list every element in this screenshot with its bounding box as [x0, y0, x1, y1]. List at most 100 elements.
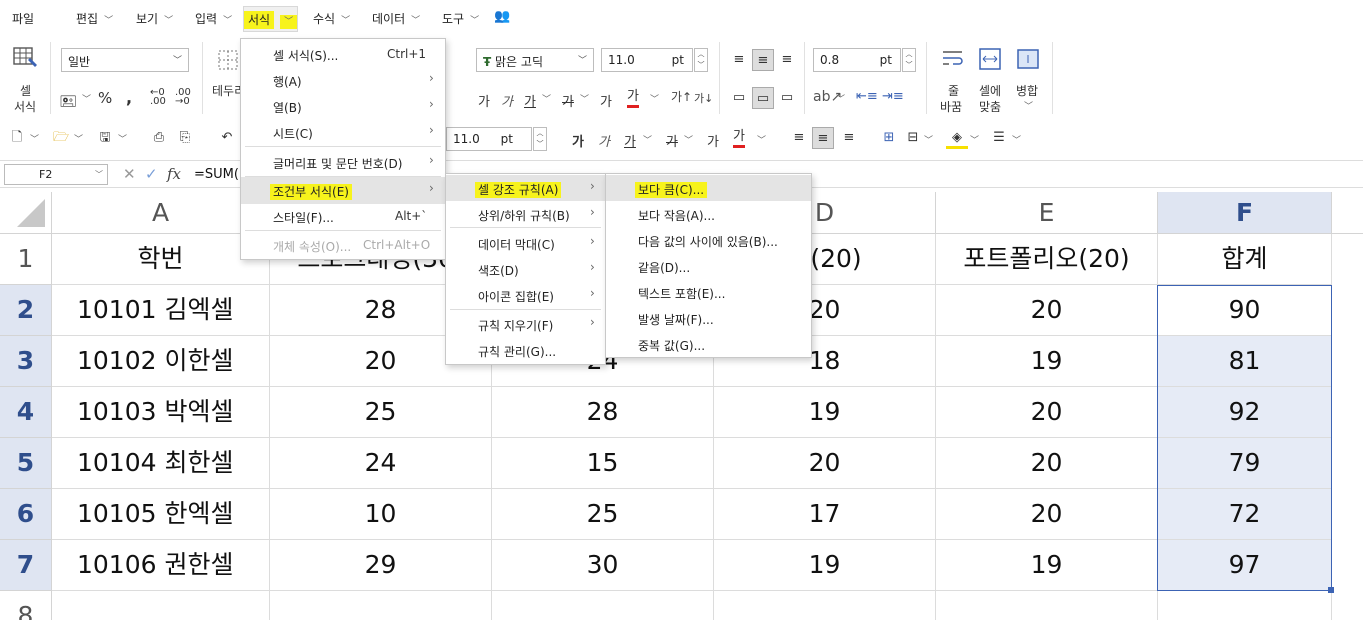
border-icon[interactable]: [216, 48, 240, 72]
chevron-down-icon[interactable]: ﹀: [970, 133, 979, 146]
strikethrough-icon[interactable]: 가: [562, 91, 574, 110]
cell-c4[interactable]: 28: [492, 387, 714, 438]
wrap-text-icon[interactable]: [940, 46, 966, 72]
menu-item-clear-rules[interactable]: 규칙 지우기(F) ›: [446, 311, 605, 337]
cell-e8[interactable]: [936, 591, 1158, 620]
cell-b5[interactable]: 24: [270, 438, 492, 489]
menu-data[interactable]: 데이터 ﹀: [372, 10, 420, 27]
chevron-down-icon[interactable]: ﹀: [542, 92, 551, 105]
strikethrough-icon-2[interactable]: 가: [666, 131, 678, 150]
number-format-select[interactable]: 일반 ﹀: [61, 48, 189, 72]
chevron-down-icon[interactable]: ﹀: [118, 132, 127, 145]
shade-icon[interactable]: 가: [600, 91, 612, 110]
menu-item-date-occurring[interactable]: 발생 날짜(F)...: [606, 305, 811, 331]
open-folder-icon[interactable]: 🗁: [50, 127, 72, 149]
align-right-icon-2[interactable]: ≡: [838, 127, 860, 149]
line-spacing-input[interactable]: 0.8 pt: [813, 48, 901, 72]
bold-icon-2[interactable]: 가: [572, 131, 584, 150]
menu-item-icon-sets[interactable]: 아이콘 집합(E) ›: [446, 282, 605, 308]
cell-c5[interactable]: 15: [492, 438, 714, 489]
formula-input[interactable]: =SUM(: [194, 167, 239, 182]
menu-tools[interactable]: 도구 ﹀: [442, 10, 479, 27]
percent-icon[interactable]: %: [98, 89, 112, 107]
cell-f8[interactable]: [1158, 591, 1332, 620]
menu-item-text-contains[interactable]: 텍스트 포함(E)...: [606, 279, 811, 305]
decrease-decimal-icon[interactable]: .00 →0: [175, 88, 191, 107]
print-icon[interactable]: ⎙: [148, 127, 170, 149]
menu-item-object-props[interactable]: 개체 속성(O)... Ctrl+Alt+O: [241, 232, 445, 258]
increase-decimal-icon[interactable]: ←0.00: [150, 88, 166, 107]
cell-a8[interactable]: [52, 591, 270, 620]
chevron-down-icon[interactable]: ﹀: [836, 92, 845, 105]
row-header-6[interactable]: 6: [0, 489, 52, 540]
cell-a3[interactable]: 10102 이한셀: [52, 336, 270, 387]
undo-icon[interactable]: ↶: [216, 127, 238, 149]
column-header-a[interactable]: A: [52, 192, 270, 234]
column-header-f[interactable]: F: [1158, 192, 1332, 234]
chevron-down-icon[interactable]: ﹀: [757, 133, 766, 146]
cell-format-icon[interactable]: [12, 44, 40, 72]
users-icon[interactable]: 👥: [494, 9, 510, 24]
chevron-down-icon[interactable]: ﹀: [924, 133, 933, 146]
cell-b6[interactable]: 10: [270, 489, 492, 540]
row-header-5[interactable]: 5: [0, 438, 52, 489]
increase-font-icon[interactable]: 가↑: [671, 88, 692, 105]
bold-icon[interactable]: 가: [478, 91, 490, 110]
merge-icon-2[interactable]: ⊞: [878, 127, 900, 149]
menu-item-less-than[interactable]: 보다 작음(A)...: [606, 201, 811, 227]
column-header-g[interactable]: [1332, 192, 1363, 234]
menu-insert[interactable]: 입력 ﹀: [195, 10, 232, 27]
font-size-input-2[interactable]: 11.0 pt: [446, 127, 532, 151]
line-spacing-spinner[interactable]: ︿ ﹀: [902, 48, 916, 72]
cell-e6[interactable]: 20: [936, 489, 1158, 540]
menu-item-bullets[interactable]: 글머리표 및 문단 번호(D) ›: [241, 149, 445, 175]
cell-a5[interactable]: 10104 최한셀: [52, 438, 270, 489]
cell-a1[interactable]: 학번: [52, 234, 270, 285]
row-header-8[interactable]: 8: [0, 591, 52, 620]
underline-icon-2[interactable]: 가: [624, 131, 636, 150]
name-box[interactable]: F2 ﹀: [4, 164, 108, 185]
align-left-icon[interactable]: ≡: [728, 49, 750, 71]
select-all-button[interactable]: [0, 192, 52, 234]
cell-c8[interactable]: [492, 591, 714, 620]
cell-a6[interactable]: 10105 한엑셀: [52, 489, 270, 540]
cell-d5[interactable]: 20: [714, 438, 936, 489]
chevron-down-icon[interactable]: ﹀: [82, 92, 91, 105]
row-header-7[interactable]: 7: [0, 540, 52, 591]
fill-handle[interactable]: [1328, 587, 1334, 593]
comma-icon[interactable]: ,: [126, 88, 132, 107]
save-icon[interactable]: 🖫: [94, 127, 116, 149]
print-preview-icon[interactable]: ⎘: [174, 127, 196, 149]
menu-item-greater-than[interactable]: 보다 큼(C)...: [606, 175, 811, 201]
menu-item-color-scale[interactable]: 색조(D) ›: [446, 256, 605, 282]
cell-d6[interactable]: 17: [714, 489, 936, 540]
cell-a7[interactable]: 10106 권한셀: [52, 540, 270, 591]
menu-formula[interactable]: 수식 ﹀: [313, 10, 350, 27]
chevron-down-icon[interactable]: ﹀: [650, 92, 659, 105]
decrease-font-icon[interactable]: 가↓: [694, 90, 713, 106]
chevron-down-icon[interactable]: ﹀: [643, 133, 652, 146]
function-icon[interactable]: fx: [167, 165, 181, 183]
menu-view[interactable]: 보기 ﹀: [136, 10, 173, 27]
font-color-icon-2[interactable]: 가: [733, 129, 745, 148]
menu-item-column[interactable]: 열(B) ›: [241, 93, 445, 119]
cell-e3[interactable]: 19: [936, 336, 1158, 387]
menu-item-equal[interactable]: 같음(D)...: [606, 253, 811, 279]
cancel-icon[interactable]: ✕: [123, 165, 136, 183]
cell-b4[interactable]: 25: [270, 387, 492, 438]
menu-file[interactable]: 파일: [12, 10, 34, 27]
cell-b8[interactable]: [270, 591, 492, 620]
menu-format[interactable]: 서식 ﹀: [243, 6, 299, 32]
align-left-icon-2[interactable]: ≡: [788, 127, 810, 149]
indent-decrease-icon[interactable]: ⇤≡: [856, 89, 878, 104]
row-header-3[interactable]: 3: [0, 336, 52, 387]
font-size-input[interactable]: 11.0 pt: [601, 48, 693, 72]
menu-item-sheet[interactable]: 시트(C) ›: [241, 119, 445, 145]
menu-edit[interactable]: 편집 ﹀: [76, 10, 113, 27]
font-name-select[interactable]: Ŧ 맑은 고딕 ﹀: [476, 48, 594, 72]
underline-icon[interactable]: 가: [524, 91, 536, 110]
align-top-icon[interactable]: ▭: [728, 87, 750, 109]
chevron-down-icon[interactable]: ﹀: [30, 132, 39, 145]
italic-icon-2[interactable]: 가: [598, 131, 610, 150]
chevron-down-icon[interactable]: ﹀: [580, 92, 589, 105]
